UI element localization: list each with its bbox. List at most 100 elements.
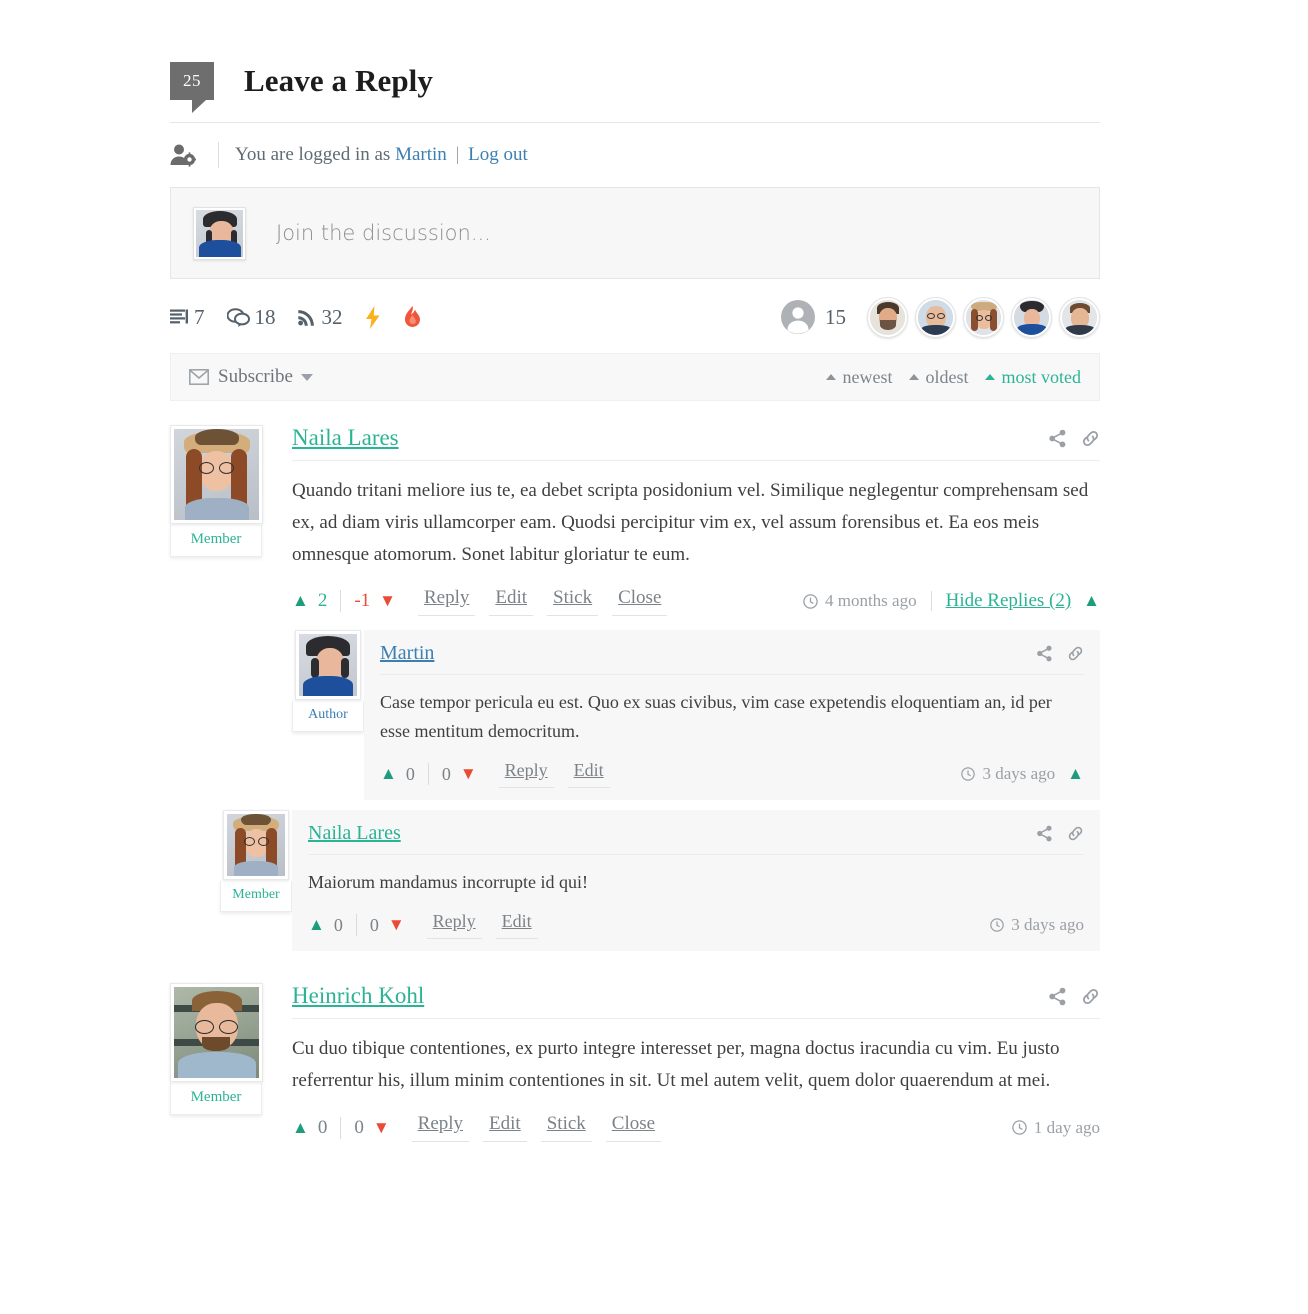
comment-item: Author Martin Case tempor pericula eu es… (292, 629, 1100, 801)
vote-controls: ▲ 0 0 ▼ (292, 1116, 390, 1139)
comment-author-name[interactable]: Martin (380, 642, 434, 665)
user-gear-icon (170, 143, 204, 167)
comment-form[interactable]: Join the discussion... (170, 187, 1100, 279)
close-button[interactable]: Close (605, 1113, 662, 1142)
comment-header: Heinrich Kohl (292, 983, 1100, 1020)
downvote-icon[interactable]: ▼ (460, 764, 477, 784)
link-icon[interactable] (1081, 987, 1100, 1006)
role-badge: Member (220, 881, 292, 913)
chevron-up-icon[interactable]: ▲ (1083, 591, 1100, 611)
downvote-icon[interactable]: ▼ (388, 915, 405, 935)
comment-body: Naila Lares (262, 425, 1100, 620)
share-icon[interactable] (1048, 429, 1067, 448)
caret-up-icon (825, 374, 836, 380)
upvote-count: 0 (317, 1116, 328, 1138)
comment-footer: ▲ 2 -1 ▼ Reply Edit Stick Close 4 months… (292, 577, 1100, 620)
timestamp: 4 months ago (824, 591, 917, 611)
avatar-image-naila (174, 429, 259, 520)
avatar-image-heinrich (174, 987, 259, 1079)
comment-author-name[interactable]: Naila Lares (308, 822, 401, 845)
comment-text: Quando tritani meliore ius te, ea debet … (292, 480, 1089, 565)
subscribe-label: Subscribe (218, 366, 293, 387)
avatar[interactable] (963, 296, 1004, 338)
active-users-count: 15 (825, 304, 846, 329)
subscribe-sort-bar: Subscribe newest oldest most voted (170, 353, 1100, 401)
avatar (193, 206, 246, 260)
comment-text: Cu duo tibique contentiones, ex purto in… (292, 1038, 1060, 1092)
edit-button[interactable]: Edit (495, 911, 538, 940)
edit-button[interactable]: Edit (567, 760, 610, 789)
avatar[interactable] (170, 983, 263, 1083)
clock-icon (803, 593, 818, 609)
content-wrapper: 25 Leave a Reply You are logged in as Ma… (170, 0, 1100, 1146)
reply-button[interactable]: Reply (411, 1113, 470, 1142)
current-user-link[interactable]: Martin (395, 144, 447, 165)
threads-icon (170, 309, 189, 326)
downvote-icon[interactable]: ▼ (373, 1118, 390, 1138)
comment-author-name[interactable]: Naila Lares (292, 425, 399, 451)
downvote-icon[interactable]: ▼ (379, 591, 396, 611)
sort-most-voted[interactable]: most voted (984, 367, 1081, 388)
avatar[interactable] (867, 296, 908, 338)
edit-button[interactable]: Edit (489, 587, 534, 616)
divider (930, 591, 932, 612)
reply-button[interactable]: Reply (417, 587, 476, 616)
comment-footer: ▲ 0 0 ▼ Reply Edit (308, 901, 1084, 943)
avatar[interactable] (295, 629, 361, 700)
share-icon[interactable] (1036, 645, 1053, 662)
stat-comments-value: 18 (254, 304, 276, 329)
timestamp: 3 days ago (982, 764, 1056, 784)
share-icon[interactable] (1036, 825, 1053, 842)
upvote-icon[interactable]: ▲ (308, 915, 325, 935)
sort-oldest-label: oldest (925, 366, 969, 387)
comment-author-column: Member (170, 983, 263, 1146)
comment-input-placeholder[interactable]: Join the discussion... (276, 221, 491, 245)
avatar[interactable] (1059, 296, 1100, 338)
comment-footer: ▲ 0 0 ▼ Reply Edit Stick Close 1 day ago (292, 1103, 1100, 1146)
sort-oldest[interactable]: oldest (908, 366, 969, 388)
logout-link[interactable]: Log out (468, 144, 528, 165)
role-badge: Author (292, 700, 364, 732)
comment-actions: Reply Edit Stick Close (417, 587, 681, 616)
chevron-up-icon[interactable]: ▲ (1067, 764, 1084, 784)
link-icon[interactable] (1067, 645, 1084, 662)
comments-icon (226, 307, 250, 327)
comment-item: Member Naila Lares (170, 425, 1100, 620)
avatar[interactable] (1011, 296, 1052, 338)
caret-up-icon (984, 374, 995, 380)
comment-author-column: Member (170, 425, 263, 620)
stick-button[interactable]: Stick (547, 587, 599, 616)
link-icon[interactable] (1081, 429, 1100, 448)
avatar-image-4 (1014, 299, 1049, 335)
envelope-icon (189, 369, 209, 385)
comment-meta: 3 days ago (990, 915, 1084, 935)
avatar-image-martin (299, 633, 357, 696)
avatar[interactable] (915, 296, 956, 338)
upvote-icon[interactable]: ▲ (292, 591, 309, 611)
upvote-icon[interactable]: ▲ (380, 764, 397, 784)
comment-author-column: Member (220, 810, 292, 951)
comment-author-name[interactable]: Heinrich Kohl (292, 983, 424, 1009)
share-icon[interactable] (1048, 987, 1067, 1006)
subscribe-dropdown[interactable]: Subscribe (189, 366, 313, 388)
clock-icon (1012, 1120, 1027, 1135)
close-button[interactable]: Close (612, 587, 668, 616)
avatar-image-1 (870, 299, 905, 335)
reply-button[interactable]: Reply (498, 760, 554, 789)
divider (355, 914, 357, 937)
upvote-icon[interactable]: ▲ (292, 1118, 309, 1138)
avatar[interactable] (170, 425, 263, 524)
avatar[interactable] (223, 810, 289, 881)
upvote-count: 0 (405, 763, 415, 784)
user-circle-icon (781, 300, 815, 334)
downvote-count: 0 (354, 1116, 364, 1138)
reply-button[interactable]: Reply (426, 911, 482, 940)
link-icon[interactable] (1067, 825, 1084, 842)
stick-button[interactable]: Stick (540, 1113, 592, 1142)
sort-newest[interactable]: newest (825, 367, 893, 388)
caret-up-icon (908, 374, 919, 380)
divider (340, 1116, 342, 1139)
edit-button[interactable]: Edit (483, 1113, 527, 1142)
role-badge: Member (170, 525, 262, 557)
hide-replies-button[interactable]: Hide Replies (2) (946, 590, 1072, 612)
